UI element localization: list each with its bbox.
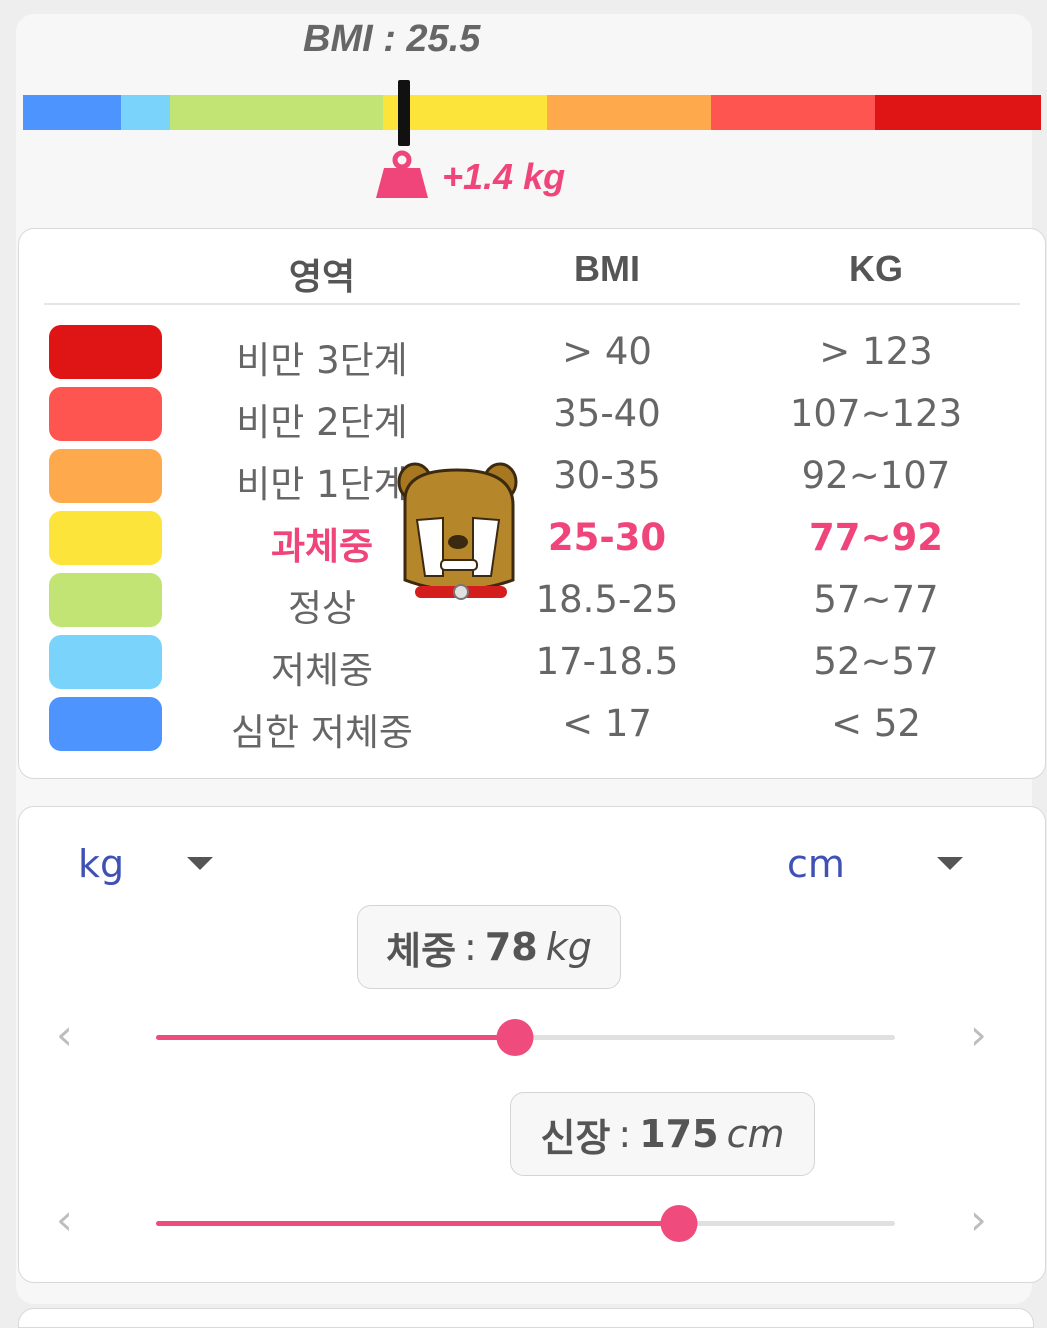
table-row: 비만 2단계 35-40 107~123: [0, 384, 1047, 446]
scale-segment-underweight: [121, 95, 170, 130]
zone-color-swatch: [49, 449, 162, 503]
cell-kg: < 52: [831, 702, 921, 745]
bmi-scale: [23, 95, 1041, 130]
chevron-down-icon[interactable]: [937, 857, 963, 870]
cell-bmi: 18.5-25: [535, 578, 679, 621]
height-unit-select[interactable]: cm: [787, 842, 845, 886]
weight-separator: :: [464, 925, 477, 969]
weight-slider-thumb[interactable]: [496, 1019, 534, 1056]
cell-bmi: 17-18.5: [535, 640, 679, 683]
cell-bmi: 25-30: [547, 516, 667, 559]
height-value: 175: [639, 1112, 719, 1156]
weight-slider-fill: [156, 1035, 516, 1040]
weight-increase-icon[interactable]: ›: [970, 1010, 987, 1059]
cell-kg: 92~107: [801, 454, 951, 497]
weight-label: 체중: [386, 928, 457, 973]
height-slider[interactable]: [156, 1205, 895, 1242]
bmi-value: BMI : 25.5: [303, 18, 481, 60]
cell-zone: 비만 3단계: [236, 339, 408, 382]
zone-color-swatch: [49, 325, 162, 379]
height-slider-fill: [156, 1221, 680, 1226]
cell-zone: 비만 2단계: [236, 401, 408, 444]
scale-segment-obese-2: [711, 95, 875, 130]
weight-difference: +1.4 kg: [374, 150, 565, 204]
weight-decrease-icon[interactable]: ‹: [56, 1010, 73, 1059]
table-row: 비만 3단계 > 40 > 123: [0, 322, 1047, 384]
weight-value: 78: [484, 925, 538, 969]
cell-zone: 비만 1단계: [236, 463, 408, 506]
cell-kg: 77~92: [809, 516, 943, 559]
zone-color-swatch: [49, 697, 162, 751]
scale-segment-obese-1: [547, 95, 711, 130]
header-zone: 영역: [288, 256, 356, 297]
cell-bmi: < 17: [562, 702, 652, 745]
weight-slider[interactable]: [156, 1019, 895, 1056]
height-label: 신장: [540, 1115, 611, 1160]
height-unit: cm: [726, 1112, 785, 1156]
chevron-down-icon[interactable]: [187, 857, 213, 870]
cell-kg: > 123: [819, 330, 933, 373]
header-divider: [44, 303, 1020, 305]
weight-unit: kg: [545, 925, 592, 969]
weight-unit-select[interactable]: kg: [78, 842, 124, 886]
bmi-marker: [398, 80, 410, 146]
cell-kg: 52~57: [813, 640, 939, 683]
scale-segment-obese-3: [875, 95, 1041, 130]
weight-icon: [374, 150, 430, 204]
table-row: 저체중 17-18.5 52~57: [0, 632, 1047, 694]
cell-zone: 저체중: [270, 649, 374, 692]
zone-color-swatch: [49, 573, 162, 627]
height-increase-icon[interactable]: ›: [970, 1195, 987, 1244]
crying-dog-mascot: [395, 460, 525, 610]
cell-zone: 정상: [287, 587, 357, 630]
header-kg: KG: [849, 248, 903, 289]
scale-segment-severe-underweight: [23, 95, 121, 130]
zone-color-swatch: [49, 635, 162, 689]
cell-zone: 과체중: [270, 525, 374, 568]
next-card-edge: [18, 1308, 1034, 1328]
zone-color-swatch: [49, 387, 162, 441]
cell-kg: 107~123: [789, 392, 963, 435]
header-bmi: BMI: [574, 248, 640, 289]
height-decrease-icon[interactable]: ‹: [56, 1195, 73, 1244]
weight-value-bubble: 체중 : 78 kg: [357, 905, 621, 989]
weight-difference-text: +1.4 kg: [442, 156, 566, 197]
cell-bmi: 30-35: [553, 454, 661, 497]
height-value-bubble: 신장 : 175 cm: [510, 1092, 815, 1176]
cell-bmi: > 40: [562, 330, 652, 373]
zone-color-swatch: [49, 511, 162, 565]
cell-bmi: 35-40: [553, 392, 661, 435]
scale-segment-normal: [170, 95, 383, 130]
cell-kg: 57~77: [813, 578, 939, 621]
cell-zone: 심한 저체중: [231, 711, 413, 754]
table-row: 심한 저체중 < 17 < 52: [0, 694, 1047, 756]
height-slider-thumb[interactable]: [660, 1205, 698, 1242]
height-separator: :: [618, 1112, 632, 1156]
